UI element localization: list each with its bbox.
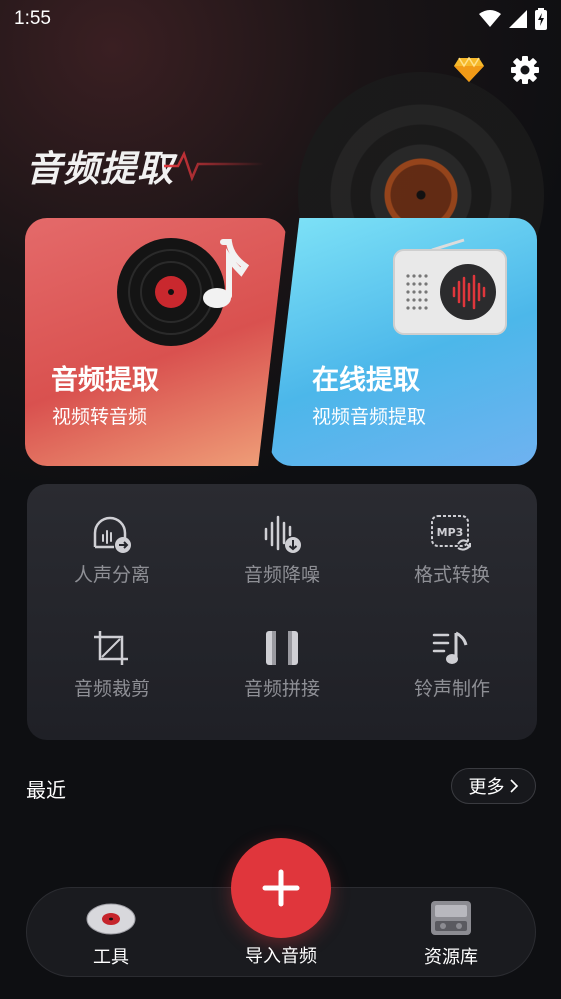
pulse-line-icon xyxy=(164,150,264,182)
tool-voice-separate[interactable]: 人声分离 xyxy=(27,484,197,594)
tool-ringtone[interactable]: 铃声制作 xyxy=(367,598,537,708)
recent-section-title: 最近 xyxy=(26,778,66,802)
tool-crop[interactable]: 音频裁剪 xyxy=(27,598,197,708)
merge-icon xyxy=(266,631,298,665)
wifi-icon xyxy=(479,10,501,27)
tool-format-convert[interactable]: MP3 格式转换 xyxy=(367,484,537,594)
radio-icon xyxy=(393,238,507,335)
format-convert-icon: MP3 xyxy=(431,515,471,551)
nav-tools-label: 工具 xyxy=(93,947,129,968)
tool-noise-reduction[interactable]: 音频降噪 xyxy=(197,484,367,594)
voice-separate-icon xyxy=(93,516,131,553)
tool-label: 音频降噪 xyxy=(243,564,320,586)
tool-label: 音频拼接 xyxy=(243,678,320,700)
mp3-badge: MP3 xyxy=(437,526,464,539)
disc-icon xyxy=(86,903,136,935)
tool-label: 铃声制作 xyxy=(413,678,490,700)
vinyl-music-note-icon xyxy=(117,238,250,346)
settings-gear-icon[interactable] xyxy=(511,56,539,84)
page-title: 音频提取 xyxy=(26,149,175,190)
status-icons xyxy=(479,8,547,30)
more-button[interactable]: 更多 xyxy=(451,768,536,804)
tool-label: 人声分离 xyxy=(73,564,150,586)
crop-icon xyxy=(94,631,128,665)
online-extract-card[interactable]: 在线提取 视频音频提取 xyxy=(270,218,537,466)
nav-tools[interactable]: 工具 xyxy=(51,888,171,978)
audio-extract-card[interactable]: 音频提取 视频转音频 xyxy=(25,218,287,466)
nav-library[interactable]: 资源库 xyxy=(391,888,511,978)
tool-label: 音频裁剪 xyxy=(73,678,150,700)
import-audio-label: 导入音频 xyxy=(245,946,317,967)
library-device-icon xyxy=(431,901,471,935)
ringtone-icon xyxy=(432,631,468,664)
online-extract-subtitle: 视频音频提取 xyxy=(312,406,427,428)
tools-panel: 人声分离 音频降噪 MP3 格式转换 音频裁剪 音频拼接 铃声制作 xyxy=(27,484,537,740)
import-audio-button[interactable] xyxy=(231,838,331,938)
plus-icon xyxy=(262,869,300,907)
cellular-icon xyxy=(509,10,527,28)
online-extract-title: 在线提取 xyxy=(312,365,420,396)
status-bar: 1:55 xyxy=(0,0,561,40)
battery-charging-icon xyxy=(535,8,547,30)
vip-diamond-icon[interactable] xyxy=(453,57,485,83)
noise-reduction-icon xyxy=(264,515,301,553)
chevron-right-icon xyxy=(509,779,518,793)
tool-merge[interactable]: 音频拼接 xyxy=(197,598,367,708)
top-actions xyxy=(453,56,539,84)
audio-extract-subtitle: 视频转音频 xyxy=(52,406,148,428)
status-time: 1:55 xyxy=(14,8,51,29)
more-button-label: 更多 xyxy=(468,777,505,798)
tool-label: 格式转换 xyxy=(413,564,490,586)
audio-extract-title: 音频提取 xyxy=(51,365,159,396)
nav-library-label: 资源库 xyxy=(424,947,478,968)
